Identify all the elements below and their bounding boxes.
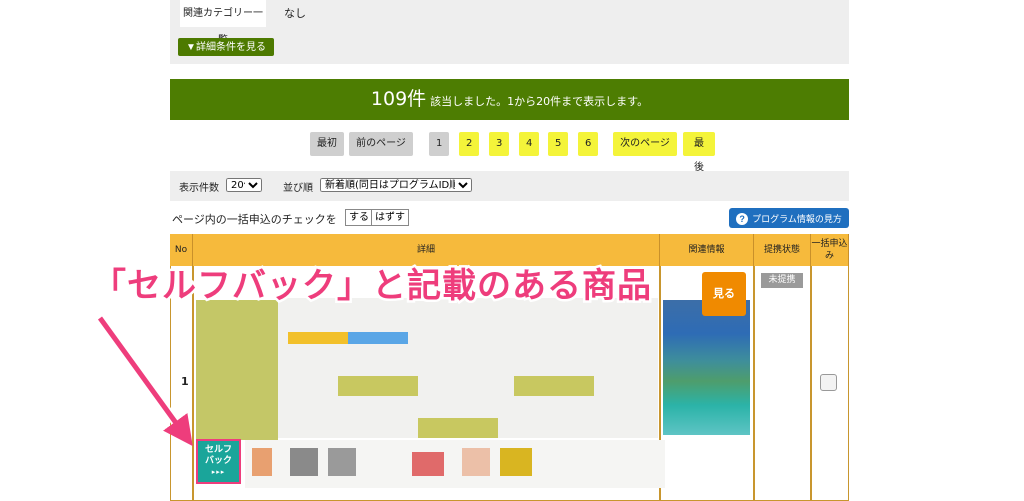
annotation-text: 「セルフバック」と記載のある商品 [90, 264, 654, 309]
annotation-arrow-icon [95, 313, 193, 447]
